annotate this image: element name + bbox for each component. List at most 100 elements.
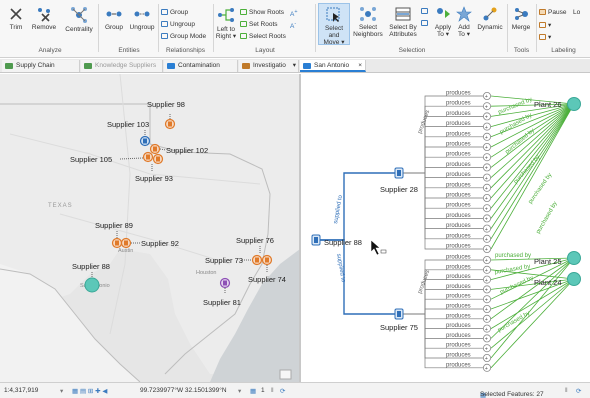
plant-node[interactable]: [567, 97, 581, 111]
edge-label-produces: produces: [446, 353, 471, 359]
produces-edge[interactable]: [403, 146, 483, 174]
supplier-marker[interactable]: [139, 135, 151, 147]
supplier-label: Supplier 93: [135, 174, 173, 183]
group-button[interactable]: Group: [101, 6, 127, 31]
plant-node[interactable]: [567, 272, 581, 286]
edge-label-produces: produces: [446, 91, 471, 97]
select-and-move-button[interactable]: Select and Move ▾: [318, 3, 350, 46]
pause-icon: [539, 9, 546, 16]
label-options-icon: [539, 34, 546, 41]
pause-button[interactable]: Pause: [539, 9, 566, 16]
merge-button[interactable]: Merge: [509, 6, 533, 31]
left-to-right-button[interactable]: Left to Right ▾: [215, 6, 237, 40]
refresh-icon[interactable]: ⟳: [576, 387, 581, 395]
label-class-button[interactable]: ▾: [539, 21, 551, 29]
produces-edge[interactable]: [403, 298, 483, 315]
produces-edge[interactable]: [403, 313, 483, 359]
supplier-marker[interactable]: [149, 143, 161, 155]
scale-readout[interactable]: 1:4,317,919: [4, 387, 38, 394]
produces-edge[interactable]: [403, 313, 483, 320]
produces-edge[interactable]: [403, 269, 483, 315]
edge-label-produces: produces: [446, 172, 471, 178]
supplier-node-icon: [397, 311, 401, 317]
product-node-badge: +: [485, 297, 488, 303]
produces-edge[interactable]: [403, 308, 483, 315]
tab-investigation[interactable]: Investigatio ▾: [239, 60, 299, 72]
produces-edge[interactable]: [403, 126, 483, 174]
produces-edge[interactable]: [403, 172, 483, 229]
select-neighbors-button[interactable]: Select Neighbors: [352, 6, 384, 38]
tab-dropdown-icon[interactable]: ▾: [293, 60, 296, 72]
group-separator: [315, 4, 316, 52]
map-canvas[interactable]: TEXAS Austin Houston San Antonio Supplie…: [0, 74, 300, 382]
clear-selection-icon[interactable]: [421, 8, 430, 15]
map-tools-icons[interactable]: ▦ ▤ ⊞ ✚ ◀: [72, 387, 107, 395]
group-mode-button[interactable]: Group Mode: [161, 33, 206, 40]
link-chart-canvas[interactable]: produces produces produces produces produces…: [301, 74, 590, 382]
show-roots-button[interactable]: Show Roots: [240, 9, 284, 16]
product-node-badge: +: [485, 94, 488, 100]
supplier-label: Supplier 74: [248, 275, 286, 284]
produces-edge[interactable]: [403, 172, 483, 219]
supplied-to-edge[interactable]: [320, 172, 395, 241]
pause-drawing-icon[interactable]: ‖: [565, 387, 568, 394]
supplier-marker[interactable]: [120, 237, 132, 249]
produces-edge[interactable]: [403, 172, 483, 178]
status-bar: 1:4,317,919 ▾ ▦ ▤ ⊞ ✚ ◀ 99.7239977°W 32.…: [0, 382, 590, 398]
tab-contamination[interactable]: Contamination: [164, 60, 238, 72]
remove-button[interactable]: Remove: [30, 6, 58, 31]
dynamic-button[interactable]: Dynamic: [475, 6, 505, 31]
product-node-badge: +: [485, 145, 488, 151]
product-node-badge: +: [485, 258, 488, 264]
plant-node[interactable]: [567, 251, 581, 265]
produces-edge[interactable]: [403, 156, 483, 174]
close-icon[interactable]: ×: [358, 60, 362, 70]
produces-edge[interactable]: [403, 167, 483, 174]
font-size-decrease-icon[interactable]: A-: [290, 21, 296, 30]
select-roots-button[interactable]: Select Roots: [240, 33, 286, 40]
supplier-marker[interactable]: [152, 153, 164, 165]
lock-button[interactable]: Lo: [573, 9, 580, 16]
supplier-marker[interactable]: [261, 254, 273, 266]
font-size-icon[interactable]: A+: [290, 9, 298, 18]
tab-knowledge-suppliers[interactable]: Knowledge Suppliers: [81, 60, 163, 72]
produces-edge[interactable]: [403, 116, 483, 174]
group-label-analyze: Analyze: [38, 47, 62, 54]
purchased-by-edge[interactable]: [490, 103, 575, 240]
select-by-attributes-button[interactable]: Select By Attributes: [386, 6, 420, 38]
label-options-button[interactable]: ▾: [539, 33, 551, 41]
add-to-button[interactable]: Add To ▾: [454, 6, 474, 38]
supplier-marker[interactable]: [219, 277, 231, 289]
produces-edge[interactable]: [403, 95, 483, 174]
switch-selection-icon[interactable]: [421, 20, 430, 27]
produces-edge[interactable]: [403, 289, 483, 315]
ungroup-button[interactable]: Ungroup: [127, 6, 157, 31]
apply-to-button[interactable]: Apply To ▾: [432, 6, 454, 38]
group-separator: [158, 4, 159, 52]
scale-dropdown-icon[interactable]: ▾: [60, 387, 63, 395]
map-view[interactable]: TEXAS Austin Houston San Antonio Supplie…: [0, 74, 300, 382]
tab-san-antonio[interactable]: San Antonio ×: [300, 60, 366, 72]
supplier-marker[interactable]: [251, 254, 263, 266]
trim-button[interactable]: Trim: [4, 6, 28, 31]
produces-edge[interactable]: [403, 259, 483, 315]
product-node-badge: +: [485, 155, 488, 161]
pause-drawing-icon[interactable]: ‖: [271, 387, 274, 394]
supplier-marker[interactable]: [142, 151, 154, 163]
tab-supply-chain[interactable]: Supply Chain: [2, 60, 80, 72]
refresh-icon[interactable]: ⟳: [280, 387, 285, 395]
ungroup-small-button[interactable]: Ungroup: [161, 21, 195, 28]
ungroup-icon: [161, 21, 168, 28]
set-roots-button[interactable]: Set Roots: [240, 21, 278, 28]
edge-label-produces: produces: [446, 182, 471, 188]
purchased-by-edge[interactable]: [490, 103, 575, 209]
link-chart-view[interactable]: produces produces produces produces produces…: [301, 74, 590, 382]
purchased-by-edge[interactable]: [490, 278, 575, 329]
supplier-marker[interactable]: [111, 237, 123, 249]
selected-supplier-marker[interactable]: [84, 277, 100, 293]
map-overview-icon[interactable]: [279, 369, 292, 380]
coords-dropdown-icon[interactable]: ▾: [238, 387, 241, 395]
centrality-button[interactable]: Centrality: [62, 6, 96, 33]
group-small-button[interactable]: Group: [161, 9, 188, 16]
purchased-by-edge[interactable]: [490, 95, 575, 105]
